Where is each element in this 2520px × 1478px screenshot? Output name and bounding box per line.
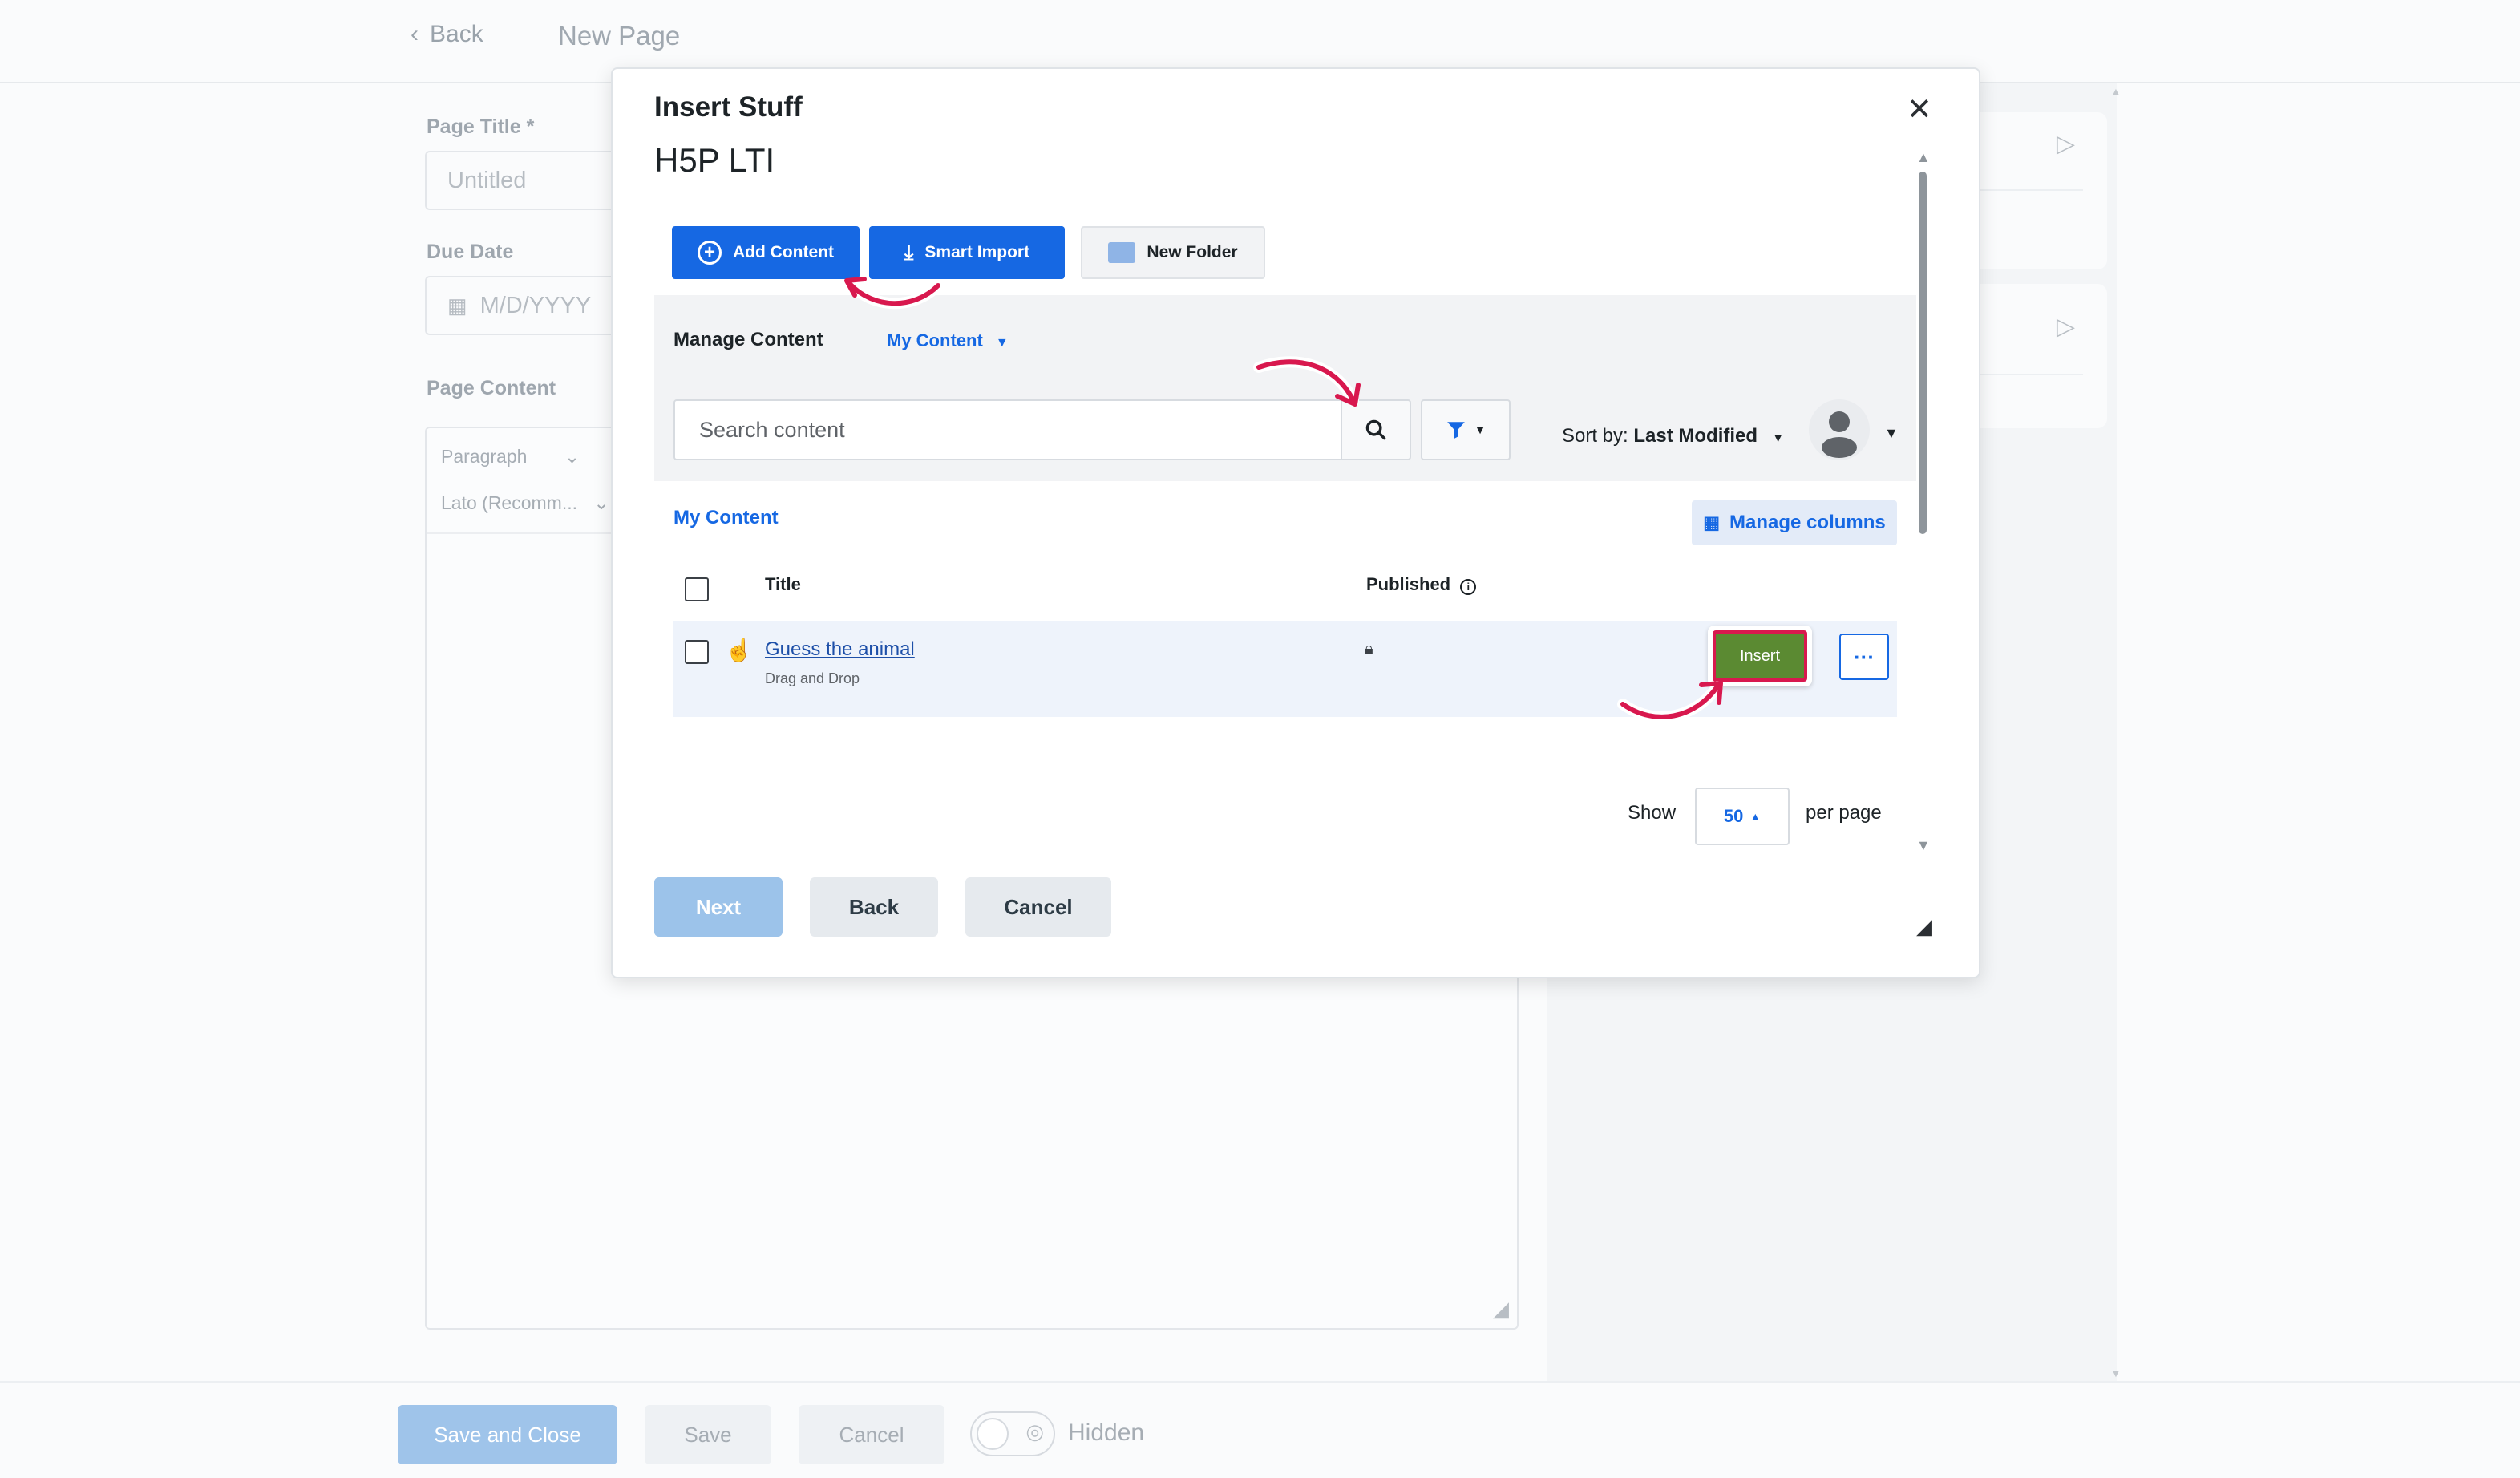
- caret-up-icon: ▲: [1749, 810, 1762, 823]
- smart-import-label: Smart Import: [924, 243, 1030, 261]
- content-type: Drag and Drop: [765, 670, 860, 686]
- cancel-button[interactable]: Cancel: [799, 1405, 944, 1464]
- calendar-icon: ▦: [447, 293, 467, 318]
- row-checkbox[interactable]: [685, 640, 709, 664]
- filter-icon: [1447, 422, 1465, 439]
- caret-down-icon: ▼: [1474, 423, 1486, 436]
- caret-down-icon: ▼: [1772, 431, 1784, 444]
- smart-import-button[interactable]: ⤓ Smart Import: [869, 226, 1065, 279]
- sort-dropdown[interactable]: Sort by: Last Modified ▼: [1562, 425, 1784, 447]
- caret-down-icon: ▼: [995, 336, 1009, 350]
- back-link[interactable]: ‹ Back: [411, 21, 483, 48]
- manage-columns-button[interactable]: ▦ Manage columns: [1692, 500, 1897, 545]
- user-icon: [1822, 411, 1857, 458]
- per-page-label: per page: [1806, 802, 1882, 824]
- title-input-placeholder: Untitled: [447, 167, 527, 193]
- content-filter-value: My Content: [887, 330, 983, 350]
- block-style-select[interactable]: Paragraph ⌄: [441, 446, 580, 468]
- content-filter-dropdown[interactable]: My Content ▼: [887, 330, 1009, 351]
- per-page-select[interactable]: 50 ▲: [1695, 788, 1790, 845]
- published-label: Published: [1366, 574, 1451, 594]
- chevron-left-icon: ‹: [411, 21, 419, 47]
- tool-name: H5P LTI: [654, 141, 775, 179]
- add-content-label: Add Content: [733, 243, 834, 261]
- back-button[interactable]: Back: [810, 877, 938, 937]
- section-title: My Content: [673, 507, 779, 528]
- due-date-placeholder: M/D/YYYY: [479, 292, 592, 318]
- visibility-toggle[interactable]: ◎: [970, 1411, 1055, 1456]
- search-button[interactable]: [1341, 399, 1411, 460]
- drag-and-drop-icon: ☝: [725, 638, 753, 662]
- save-button[interactable]: Save: [645, 1405, 771, 1464]
- more-options-button[interactable]: ···: [1839, 634, 1889, 680]
- column-header-published[interactable]: Published i: [1366, 574, 1477, 595]
- show-label: Show: [1628, 802, 1677, 824]
- content-title-link[interactable]: Guess the animal: [765, 638, 915, 661]
- chevron-down-icon: ⌄: [593, 492, 609, 513]
- play-icon[interactable]: ▷: [2057, 130, 2075, 158]
- add-content-button[interactable]: + Add Content: [672, 226, 860, 279]
- lock-icon: 🔒︎: [1365, 640, 1373, 658]
- scroll-down-arrow-icon[interactable]: ▼: [2110, 1367, 2122, 1379]
- manage-content-label: Manage Content: [673, 329, 823, 350]
- scroll-up-arrow-icon[interactable]: ▲: [1916, 149, 1931, 166]
- cancel-dialog-button[interactable]: Cancel: [965, 877, 1111, 937]
- title-label: Page Title *: [427, 115, 535, 138]
- resize-handle-icon[interactable]: ◢: [1916, 914, 1932, 939]
- play-icon[interactable]: ▷: [2057, 313, 2075, 341]
- scroll-up-arrow-icon[interactable]: ▲: [2110, 85, 2122, 98]
- font-select[interactable]: Lato (Recomm... ⌄: [441, 492, 609, 514]
- new-folder-button[interactable]: New Folder: [1081, 226, 1265, 279]
- search-icon: [1365, 419, 1386, 440]
- search-placeholder: Search content: [699, 417, 845, 442]
- manage-columns-label: Manage columns: [1729, 512, 1886, 533]
- eye-slash-icon: ◎: [1025, 1419, 1044, 1444]
- save-and-close-button[interactable]: Save and Close: [398, 1405, 617, 1464]
- select-all-checkbox[interactable]: [685, 577, 709, 601]
- new-folder-label: New Folder: [1147, 243, 1238, 261]
- per-page-value: 50: [1723, 806, 1744, 826]
- resize-handle-icon[interactable]: ◢: [1493, 1297, 1509, 1322]
- title-input[interactable]: Untitled: [425, 151, 617, 210]
- hidden-label: Hidden: [1068, 1419, 1145, 1446]
- due-date-input[interactable]: ▦ M/D/YYYY: [425, 276, 617, 335]
- toggle-knob: [977, 1418, 1009, 1450]
- block-style-value: Paragraph: [441, 446, 528, 467]
- dialog-title: Insert Stuff: [654, 91, 803, 123]
- avatar[interactable]: [1809, 399, 1870, 460]
- scrollbar-thumb[interactable]: [1919, 172, 1927, 534]
- sort-value: Last Modified: [1633, 425, 1758, 447]
- search-input[interactable]: Search content: [673, 399, 1344, 460]
- plus-circle-icon: +: [698, 241, 722, 265]
- insert-button[interactable]: Insert: [1713, 630, 1807, 682]
- due-date-label: Due Date: [427, 241, 514, 263]
- scroll-down-arrow-icon[interactable]: ▼: [1916, 837, 1931, 854]
- next-button[interactable]: Next: [654, 877, 783, 937]
- filter-button[interactable]: ▼: [1421, 399, 1511, 460]
- font-value: Lato (Recomm...: [441, 492, 577, 513]
- page-title: New Page: [558, 21, 681, 51]
- footer-bar: [0, 1381, 2520, 1478]
- column-header-title[interactable]: Title: [765, 574, 801, 595]
- caret-down-icon[interactable]: ▼: [1884, 425, 1899, 442]
- download-icon: ⤓: [904, 240, 914, 264]
- ellipsis-icon: ···: [1854, 644, 1875, 669]
- sort-prefix: Sort by:: [1562, 425, 1628, 447]
- folder-icon: [1108, 242, 1136, 263]
- page-content-label: Page Content: [427, 377, 556, 399]
- table-icon: ▦: [1703, 512, 1721, 532]
- chevron-down-icon: ⌄: [564, 446, 580, 467]
- info-icon: i: [1460, 578, 1477, 595]
- close-icon[interactable]: ✕: [1907, 91, 1932, 128]
- back-link-label: Back: [430, 21, 483, 47]
